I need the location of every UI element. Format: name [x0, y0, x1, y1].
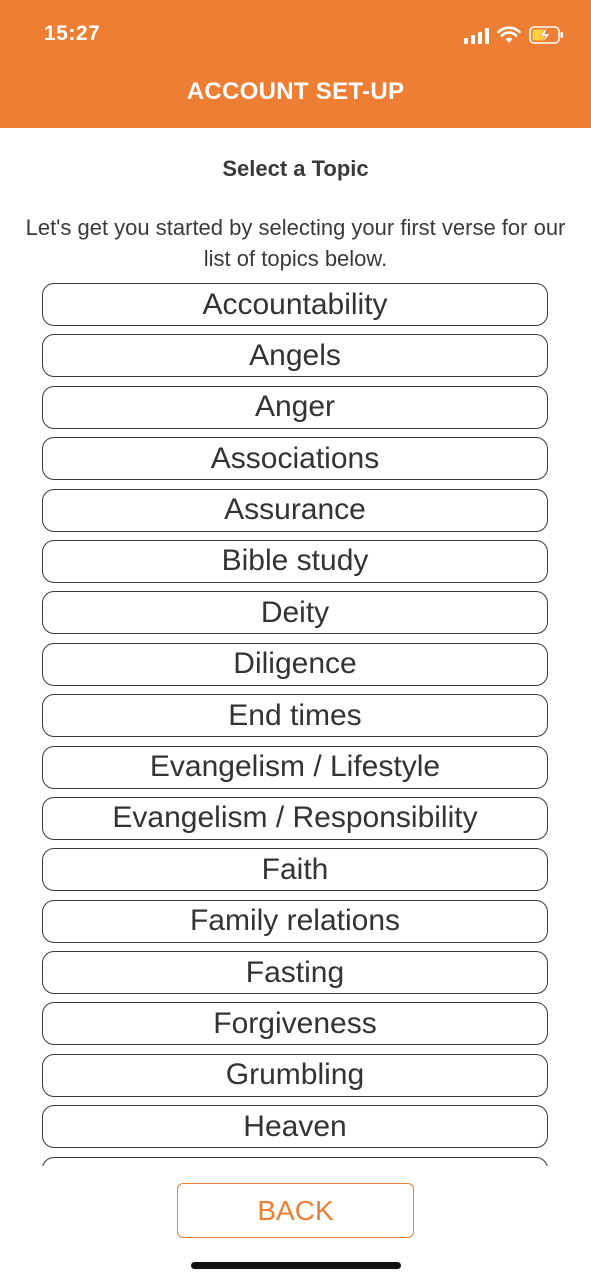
topic-button[interactable]: Deity: [42, 591, 548, 635]
topic-list[interactable]: Accountability Angels Anger Associations Ass…: [42, 283, 548, 1166]
topic-button[interactable]: Heaven: [42, 1105, 548, 1149]
topic-button[interactable]: Assurance: [42, 488, 548, 532]
topic-button[interactable]: Associations: [42, 437, 548, 481]
status-icons: [464, 22, 565, 48]
cellular-signal-icon: [464, 26, 489, 44]
topic-button[interactable]: Angels: [42, 334, 548, 378]
topic-button[interactable]: Evangelism / Lifestyle: [42, 745, 548, 789]
topic-button[interactable]: Evangelism / Responsibility: [42, 796, 548, 840]
home-indicator: [191, 1262, 401, 1269]
topic-button[interactable]: End times: [42, 694, 548, 738]
topic-button[interactable]: Forgiveness: [42, 1002, 548, 1046]
back-button[interactable]: BACK: [177, 1183, 414, 1238]
page-title: ACCOUNT SET-UP: [186, 78, 405, 105]
battery-charging-icon: [529, 26, 563, 44]
topic-button[interactable]: Diligence: [42, 642, 548, 686]
topic-button[interactable]: [42, 1156, 548, 1166]
topic-button[interactable]: Family relations: [42, 899, 548, 943]
topic-button[interactable]: Anger: [42, 385, 548, 429]
topic-button[interactable]: Bible study: [42, 539, 548, 583]
topic-button[interactable]: Grumbling: [42, 1053, 548, 1097]
intro-text: Let's get you started by selecting your …: [25, 215, 566, 271]
section-title: Select a Topic: [222, 156, 369, 181]
topic-button[interactable]: Fasting: [42, 951, 548, 995]
status-time: 15:27: [44, 22, 101, 45]
topic-button[interactable]: Faith: [42, 848, 548, 892]
topic-button[interactable]: Accountability: [42, 283, 548, 326]
wifi-icon: [497, 26, 521, 43]
app-header: 15:27 ACCOUNT SET-UP: [0, 0, 591, 128]
